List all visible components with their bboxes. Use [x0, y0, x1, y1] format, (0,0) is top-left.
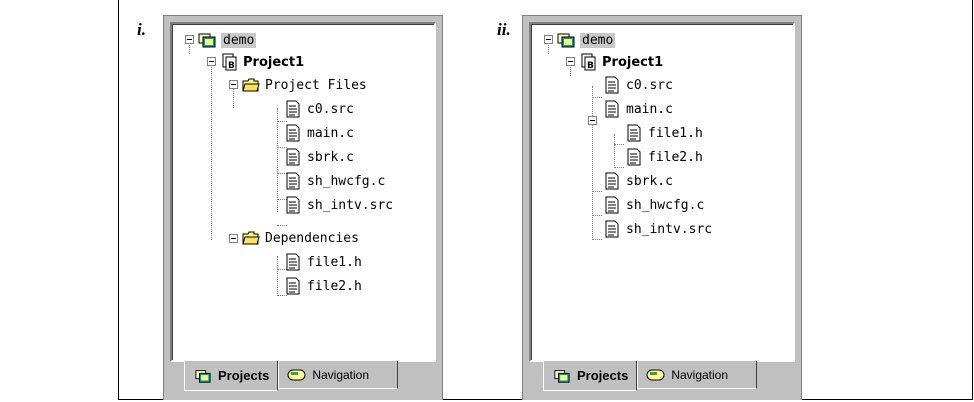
tree-node-label: sh_hwcfg.c: [626, 197, 705, 213]
tree-node-file[interactable]: c0.src: [284, 98, 354, 120]
tree-node-label: main.c: [307, 125, 354, 141]
tree-view: demo Project1 Project Files c0.src main.…: [170, 22, 436, 362]
tree-node-file[interactable]: sbrk.c: [603, 170, 673, 192]
tree-node-project[interactable]: Project1: [579, 51, 663, 73]
workspace-icon: [552, 368, 572, 384]
panel-label-ii: ii.: [497, 20, 511, 39]
file-icon: [603, 220, 621, 238]
tree-node-label: demo: [221, 32, 257, 48]
tree-node-file[interactable]: file1.h: [284, 251, 362, 273]
file-icon: [284, 148, 302, 166]
tree-node-file[interactable]: file1.h: [625, 122, 703, 144]
file-icon: [284, 100, 302, 118]
collapse-toggle-demo[interactable]: [185, 35, 194, 44]
folder-icon: [242, 229, 260, 247]
tree-node-label: Project1: [602, 54, 664, 70]
tree-node-folder[interactable]: Project Files: [242, 74, 367, 96]
tree-node-file[interactable]: main.c: [284, 122, 354, 144]
tree-node-file[interactable]: c0.src: [603, 74, 673, 96]
collapse-toggle-main[interactable]: [588, 116, 597, 125]
tab-label: Navigation: [312, 367, 370, 382]
workspace-icon: [193, 368, 213, 384]
tree-node-file[interactable]: sh_intv.src: [284, 194, 393, 216]
file-icon: [284, 124, 302, 142]
tab-label: Projects: [577, 368, 629, 383]
tree-node-label: sh_intv.src: [307, 197, 394, 213]
file-icon: [603, 100, 621, 118]
workspace-icon: [557, 31, 575, 49]
tree-node-file[interactable]: file2.h: [625, 146, 703, 168]
tree-node-file[interactable]: main.c: [603, 98, 673, 120]
tree-node-file[interactable]: file2.h: [284, 275, 362, 297]
tab-label: Navigation: [671, 367, 729, 382]
file-icon: [284, 196, 302, 214]
tree-node-label: Dependencies: [265, 230, 359, 246]
tree-node-label: sh_intv.src: [626, 221, 713, 237]
tree-node-label: c0.src: [626, 77, 673, 93]
tree-node-file[interactable]: sh_hwcfg.c: [284, 170, 385, 192]
workspace-window-right: demo Project1 c0.src main.c file1.h file…: [522, 15, 802, 400]
tree-node-folder[interactable]: Dependencies: [242, 227, 359, 249]
panel-label-i: i.: [137, 20, 146, 39]
tree-view: demo Project1 c0.src main.c file1.h file…: [529, 22, 795, 362]
tree-node-file[interactable]: sh_intv.src: [603, 218, 712, 240]
collapse-toggle-dependencies[interactable]: [229, 234, 238, 243]
tab-navigation[interactable]: Navigation: [278, 361, 399, 389]
tree-node-file[interactable]: sh_hwcfg.c: [603, 194, 704, 216]
workspace-window-left: demo Project1 Project Files c0.src main.…: [163, 15, 443, 400]
tree-node-project[interactable]: Project1: [220, 51, 304, 73]
tree-node-label: demo: [580, 32, 616, 48]
project-icon: [220, 53, 238, 71]
tab-projects[interactable]: Projects: [543, 361, 638, 391]
file-icon: [603, 76, 621, 94]
tree-node-label: file1.h: [648, 125, 703, 141]
tree-node-file[interactable]: sbrk.c: [284, 146, 354, 168]
file-icon: [284, 172, 302, 190]
workspace-icon: [198, 31, 216, 49]
tree-node-label: file2.h: [307, 278, 362, 294]
tab-bar: Projects Navigation: [184, 361, 399, 391]
tab-navigation[interactable]: Navigation: [637, 361, 758, 389]
project-icon: [579, 53, 597, 71]
collapse-toggle-project-files[interactable]: [229, 80, 238, 89]
tree-node-label: Project Files: [265, 77, 367, 93]
tree-node-label: sh_hwcfg.c: [307, 173, 386, 189]
tab-bar: Projects Navigation: [543, 361, 758, 391]
tab-label: Projects: [218, 368, 270, 383]
tree-node-label: main.c: [626, 101, 673, 117]
file-icon: [603, 196, 621, 214]
file-icon: [625, 124, 643, 142]
tree-node-label: Project1: [243, 54, 305, 70]
collapse-toggle-demo[interactable]: [544, 35, 553, 44]
navigation-icon: [646, 367, 666, 383]
collapse-toggle-project1[interactable]: [566, 57, 575, 66]
tree-node-workspace[interactable]: demo: [198, 29, 257, 51]
tree-node-label: file2.h: [648, 149, 703, 165]
tree-node-label: file1.h: [307, 254, 362, 270]
file-icon: [284, 277, 302, 295]
tree-node-workspace[interactable]: demo: [557, 29, 616, 51]
collapse-toggle-project1[interactable]: [207, 57, 216, 66]
file-icon: [625, 148, 643, 166]
file-icon: [603, 172, 621, 190]
file-icon: [284, 253, 302, 271]
folder-icon: [242, 76, 260, 94]
navigation-icon: [287, 367, 307, 383]
tab-projects[interactable]: Projects: [184, 361, 279, 391]
tree-node-label: sbrk.c: [626, 173, 673, 189]
tree-node-label: c0.src: [307, 101, 354, 117]
tree-node-label: sbrk.c: [307, 149, 354, 165]
